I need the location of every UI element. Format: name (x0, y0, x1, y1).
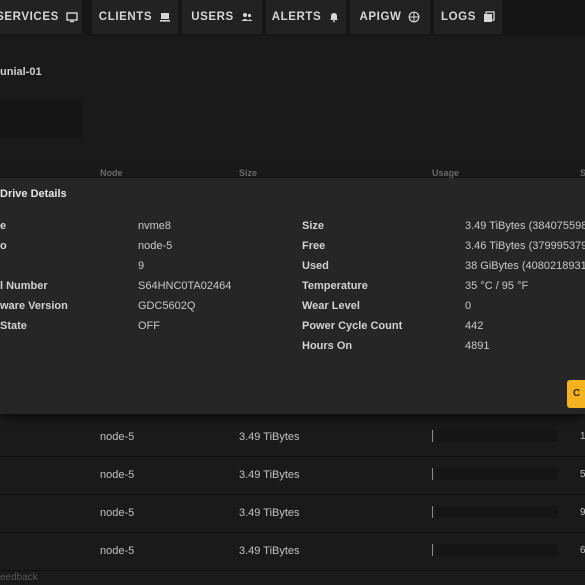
tab-clients[interactable]: CLIENTS (92, 0, 178, 34)
tab-services[interactable]: SERVICES (0, 0, 82, 34)
row-size: 3.49 TiBytes (239, 545, 300, 557)
row-node: node-5 (100, 545, 135, 557)
detail-label-serial: l Number (0, 280, 48, 292)
row-size: 3.49 TiBytes (239, 469, 300, 481)
column-header-usage: Usage (432, 168, 460, 178)
detail-label-power-cycle: Power Cycle Count (302, 320, 403, 332)
monitor-icon (66, 11, 78, 23)
usage-bar-marker (432, 544, 433, 556)
row-node: node-5 (100, 431, 135, 443)
column-header-node: Node (100, 168, 123, 178)
table-row[interactable]: node-5 3.49 TiBytes 5 (0, 457, 585, 495)
table-row[interactable]: node-5 3.49 TiBytes 6 (0, 533, 585, 571)
detail-value-temperature: 35 °C / 95 °F (465, 280, 529, 292)
detail-label-hours-on: Hours On (302, 340, 353, 352)
detail-value-id: 9 (138, 260, 145, 272)
detail-label-wear-level: Wear Level (302, 300, 360, 312)
usage-bar (436, 506, 558, 518)
detail-label-node: o (0, 240, 7, 252)
usage-bar (436, 544, 558, 556)
detail-value-state: OFF (138, 320, 160, 332)
detail-value-used: 38 GiBytes (40802189312 (465, 260, 585, 272)
detail-value-wear-level: 0 (465, 300, 472, 312)
usage-bar-marker (432, 506, 433, 518)
usage-bar-marker (432, 468, 433, 480)
detail-label-firmware: ware Version (0, 300, 68, 312)
detail-value-node: node-5 (138, 240, 173, 252)
tab-apigw[interactable]: APIGW (350, 0, 430, 34)
laptop-icon (159, 11, 171, 23)
detail-value-hours-on: 4891 (465, 340, 490, 352)
table-row[interactable]: node-5 3.49 TiBytes 1 (0, 419, 585, 457)
tab-label: CLIENTS (98, 11, 153, 23)
tab-alerts[interactable]: ALERTS (266, 0, 346, 34)
top-nav: SERVICES CLIENTS USERS ALERTS APIGW LOGS (0, 0, 585, 36)
usage-bar (436, 468, 558, 480)
row-node: node-5 (100, 469, 135, 481)
detail-label-state: State (0, 320, 27, 332)
logs-icon (483, 11, 495, 23)
detail-value-serial: S64HNC0TA02464 (138, 280, 232, 292)
row-size: 3.49 TiBytes (239, 507, 300, 519)
detail-value-name: nvme8 (138, 220, 172, 232)
drive-details-modal: Drive Details e nvme8 o node-5 9 l Numbe… (0, 178, 585, 414)
detail-value-size: 3.49 TiBytes (3840755982 (465, 220, 585, 232)
row-edge-value: 9 (580, 507, 585, 518)
detail-value-power-cycle: 442 (465, 320, 484, 332)
close-button[interactable]: C (567, 380, 585, 408)
usage-bar (436, 430, 558, 442)
row-edge-value: 1 (580, 431, 585, 442)
row-size: 3.49 TiBytes (239, 431, 300, 443)
globe-icon (408, 11, 420, 23)
usage-bar-marker (432, 430, 433, 442)
dark-panel (0, 100, 82, 138)
detail-label-name: e (0, 220, 7, 232)
tab-logs[interactable]: LOGS (434, 0, 502, 34)
detail-label-free: Free (302, 240, 326, 252)
row-edge-value: 6 (580, 545, 585, 556)
row-node: node-5 (100, 507, 135, 519)
tab-label: ALERTS (271, 11, 322, 23)
feedback-link[interactable]: eedback (0, 572, 38, 583)
tab-label: APIGW (359, 11, 402, 23)
tab-label: USERS (191, 11, 234, 23)
detail-value-firmware: GDC5602Q (138, 300, 196, 312)
column-header-size: Size (239, 168, 258, 178)
cluster-title: unial-01 (0, 66, 42, 78)
table-row[interactable]: node-5 3.49 TiBytes 9 (0, 495, 585, 533)
modal-title: Drive Details (0, 188, 67, 200)
tab-users[interactable]: USERS (182, 0, 262, 34)
detail-label-temperature: Temperature (302, 280, 368, 292)
tab-label: LOGS (441, 11, 476, 23)
detail-label-used: Used (302, 260, 329, 272)
row-edge-value: 5 (580, 469, 585, 480)
column-header-edge: S (580, 168, 585, 178)
detail-value-free: 3.46 TiBytes (3799953792 (465, 240, 585, 252)
detail-label-size: Size (302, 220, 325, 232)
users-icon (241, 11, 253, 23)
tab-label: SERVICES (0, 11, 59, 23)
bell-icon (328, 11, 340, 23)
